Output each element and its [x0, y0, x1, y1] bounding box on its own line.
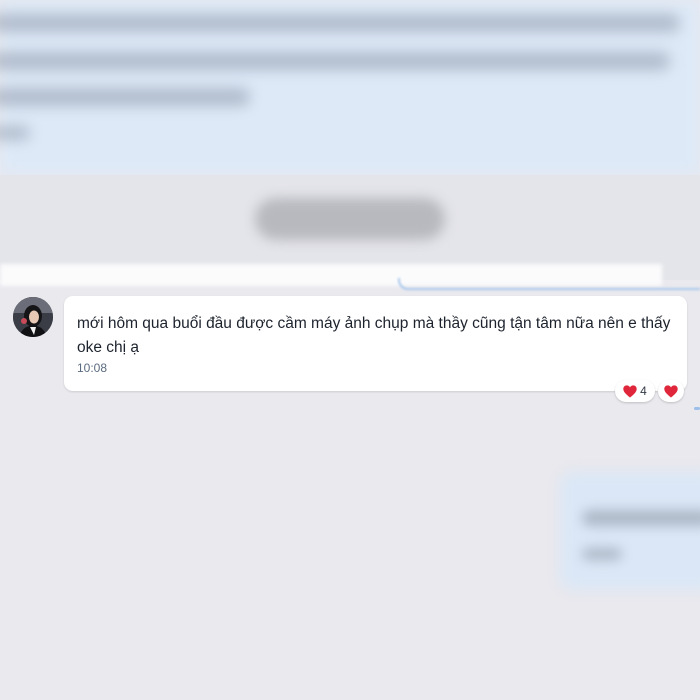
- user-avatar-image: [13, 297, 53, 337]
- blurred-outgoing-message: [560, 472, 700, 590]
- avatar[interactable]: [13, 297, 53, 337]
- reaction-heart-button[interactable]: [658, 380, 684, 402]
- reaction-count: 4: [640, 384, 647, 398]
- reaction-heart-count[interactable]: 4: [615, 380, 655, 402]
- blurred-outgoing-message: [0, 0, 700, 175]
- message-timestamp: 10:08: [77, 361, 108, 375]
- incoming-message-bubble[interactable]: mới hôm qua buổi đầu được cầm máy ảnh ch…: [64, 296, 687, 391]
- blurred-outgoing-edge: [694, 407, 700, 410]
- message-text: mới hôm qua buổi đầu được cầm máy ảnh ch…: [77, 315, 671, 356]
- blurred-outgoing-edge: [398, 278, 700, 290]
- heart-icon: [664, 384, 678, 397]
- heart-icon: [623, 384, 637, 397]
- blurred-date-separator: [255, 198, 445, 240]
